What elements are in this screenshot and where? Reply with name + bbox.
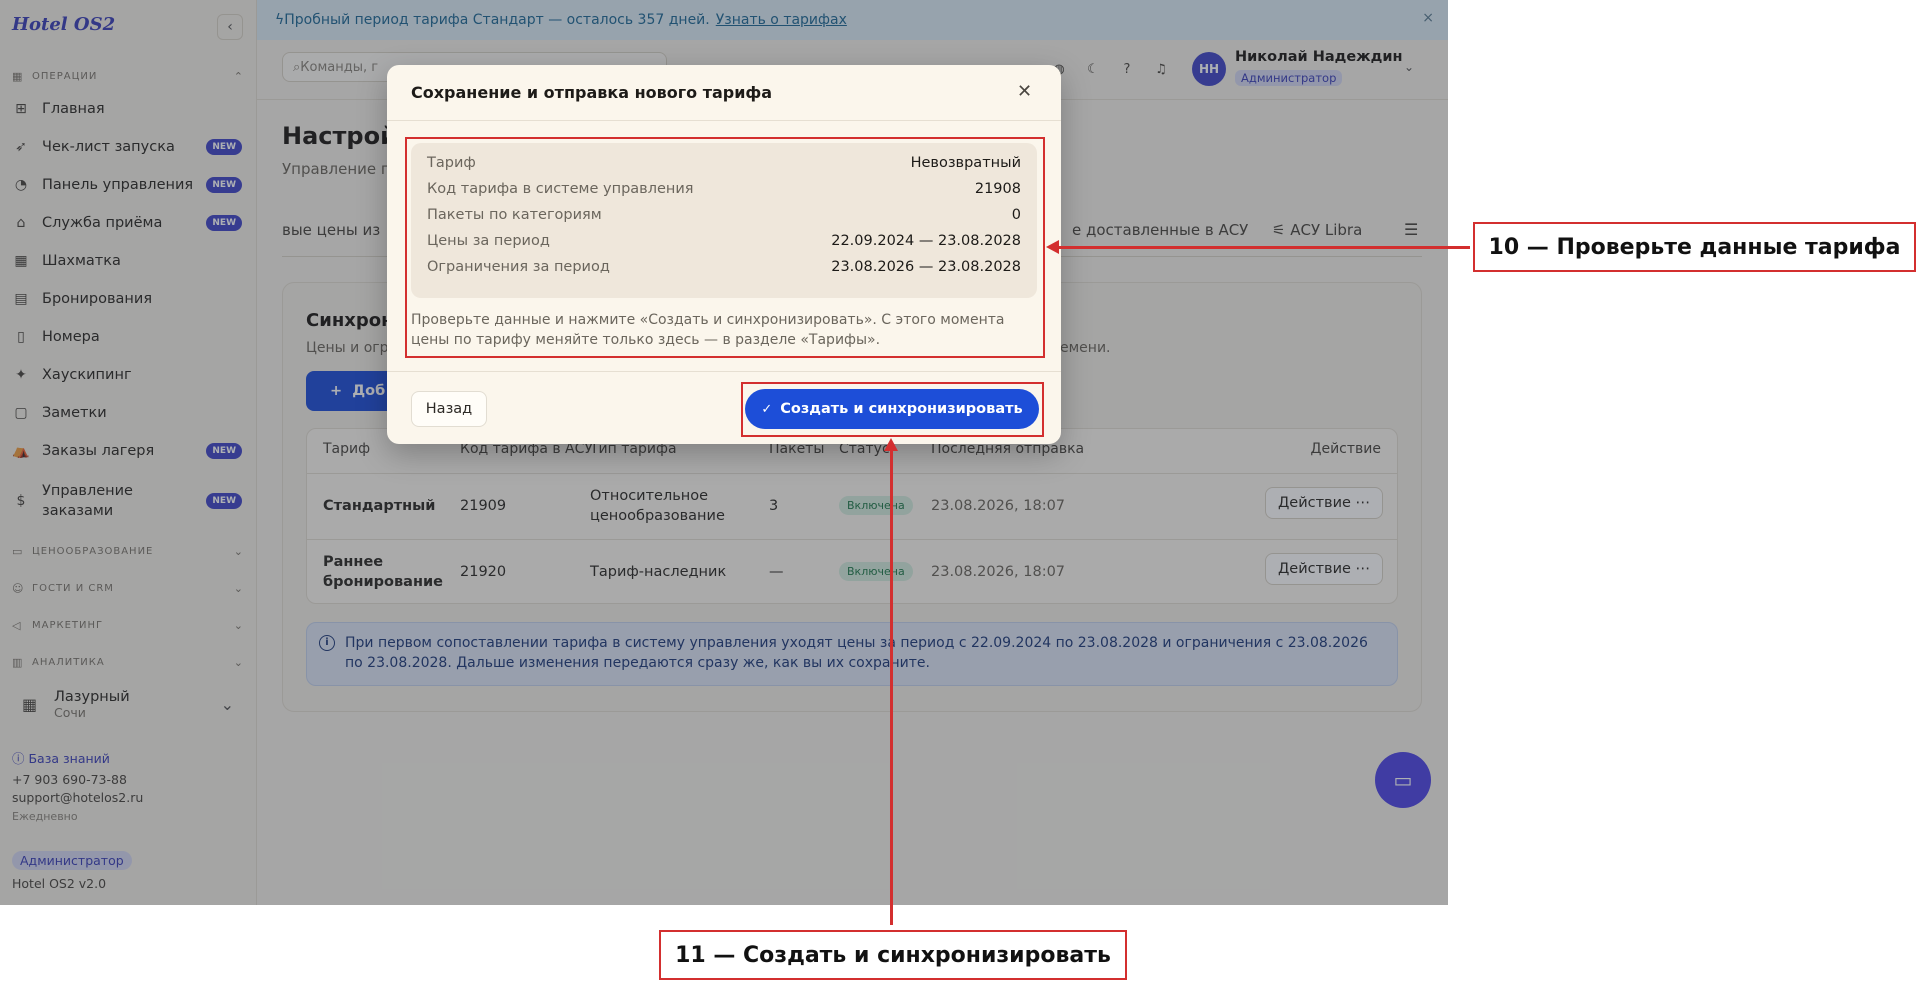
- close-icon[interactable]: ✕: [1017, 81, 1032, 102]
- divider: [387, 371, 1061, 372]
- arrow-head-icon: [1046, 240, 1059, 254]
- annotation-arrow-11: [890, 450, 893, 925]
- annotation-arrow-10: [1058, 246, 1470, 249]
- divider: [387, 120, 1061, 121]
- annotation-box-10: [405, 137, 1045, 358]
- screenshot-stage: Hotel OS2 ‹ ▦ ОПЕРАЦИИ ⌃ ⊞ Главная ➶ Чек-л…: [0, 0, 1928, 997]
- arrow-head-icon: [884, 438, 898, 451]
- dialog-title: Сохранение и отправка нового тарифа: [411, 83, 773, 102]
- annotation-label-11: 11 — Создать и синхронизировать: [659, 930, 1127, 980]
- annotation-label-10: 10 — Проверьте данные тарифа: [1473, 222, 1916, 272]
- app-window: Hotel OS2 ‹ ▦ ОПЕРАЦИИ ⌃ ⊞ Главная ➶ Чек-л…: [0, 0, 1448, 905]
- back-button[interactable]: Назад: [411, 391, 487, 427]
- annotation-box-11: [741, 382, 1044, 437]
